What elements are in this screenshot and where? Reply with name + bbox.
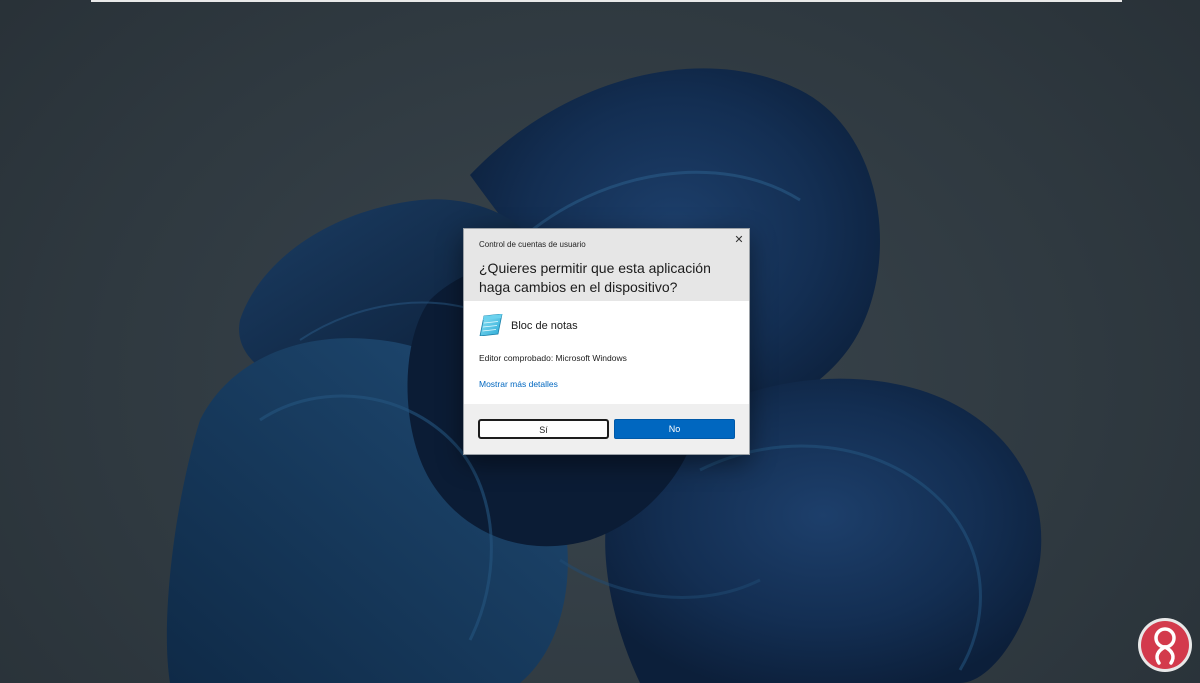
dialog-question: ¿Quieres permitir que esta aplicación ha… xyxy=(479,260,711,295)
uac-dialog: Control de cuentas de usuario ✕ ¿Quieres… xyxy=(463,228,750,455)
solvetic-logo xyxy=(1138,618,1192,672)
yes-button[interactable]: Sí xyxy=(478,419,609,439)
dialog-title: Control de cuentas de usuario xyxy=(479,240,586,249)
uac-footer: Sí No xyxy=(464,404,749,454)
uac-header: Control de cuentas de usuario ✕ ¿Quieres… xyxy=(464,229,749,301)
top-border-line xyxy=(91,0,1122,2)
app-name: Bloc de notas xyxy=(511,320,578,332)
no-button[interactable]: No xyxy=(614,419,735,439)
uac-body: Bloc de notas Editor comprobado: Microso… xyxy=(464,301,749,404)
notepad-icon xyxy=(479,314,503,336)
show-more-details-link[interactable]: Mostrar más detalles xyxy=(479,379,558,389)
close-icon[interactable]: ✕ xyxy=(732,233,746,247)
verified-publisher: Editor comprobado: Microsoft Windows xyxy=(479,353,627,363)
